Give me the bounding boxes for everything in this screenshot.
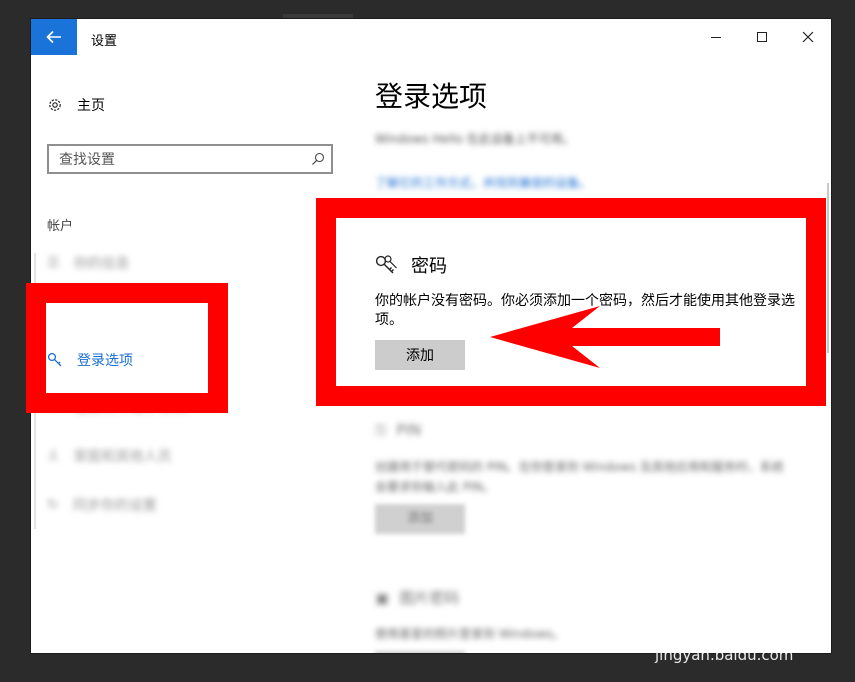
watermark-url: jingyan.baidu.com <box>654 646 793 664</box>
back-button[interactable] <box>31 19 77 55</box>
maximize-icon <box>757 32 767 42</box>
search-input[interactable]: 查找设置 <box>47 144 333 174</box>
minimize-button[interactable] <box>702 25 730 49</box>
annotation-arrow-icon <box>490 306 720 368</box>
person-icon: ☰ <box>47 255 60 271</box>
pin-heading: ⚿ PIN <box>375 421 421 439</box>
search-icon <box>312 152 325 165</box>
gear-icon <box>49 99 61 111</box>
search-placeholder: 查找设置 <box>59 152 115 168</box>
close-button[interactable] <box>794 25 822 49</box>
baidu-watermark-logo: Bai du 经验 jingyan.baidu.com <box>652 588 812 664</box>
pin-icon: ⚿ <box>375 421 387 439</box>
picture-password-description: 使用喜爱的照片登录到 Windows。 <box>375 627 565 641</box>
picture-password-heading: ▣ 图片密码 <box>375 587 459 608</box>
hello-unavailable-text: Windows Hello 在此设备上不可用。 <box>375 132 575 146</box>
people-icon: ♙ <box>47 448 60 464</box>
sidebar-item-family[interactable]: ♙ 家庭和其他人员 <box>47 446 172 466</box>
sidebar-item-label: 你的信息 <box>73 256 130 272</box>
pin-heading-label: PIN <box>396 421 422 439</box>
sidebar-item-sync[interactable]: ↻ 同步你的设置 <box>47 495 157 515</box>
close-icon <box>802 31 814 43</box>
maximize-button[interactable] <box>748 25 776 49</box>
pin-description: 创建用于替代密码的 PIN。在你登录到 Windows 及其他应用和服务时，系统… <box>375 460 784 494</box>
section-heading-accounts: 帐户 <box>47 219 74 234</box>
add-picture-password-button[interactable]: 添加 <box>375 651 465 653</box>
page-title: 登录选项 <box>375 80 488 113</box>
back-arrow-icon <box>46 30 61 44</box>
sidebar-item-label: 同步你的设置 <box>72 498 157 514</box>
picture-icon: ▣ <box>375 588 390 607</box>
add-pin-label: 添加 <box>406 511 433 526</box>
hello-learn-link[interactable]: 了解它的工作方式，并找到兼容的设备。 <box>375 174 591 191</box>
title-bar: 设置 <box>31 19 831 57</box>
picture-password-heading-label: 图片密码 <box>399 589 460 607</box>
sidebar-home-label: 主页 <box>77 98 105 114</box>
watermark-brand: Bai du 经验 <box>652 609 812 644</box>
sidebar-home[interactable]: 主页 <box>47 95 105 115</box>
sidebar-item-your-info[interactable]: ☰ 你的信息 <box>47 253 130 273</box>
scrollbar[interactable] <box>827 183 829 353</box>
minimize-icon <box>711 37 721 38</box>
sync-icon: ↻ <box>47 497 59 513</box>
add-picture-password-label: 添加 <box>375 651 465 653</box>
sidebar-item-label: 家庭和其他人员 <box>73 449 172 465</box>
annotation-box-sidebar <box>26 283 228 413</box>
window-title: 设置 <box>91 34 118 49</box>
annotation-box-password <box>316 198 826 406</box>
add-pin-button[interactable]: 添加 <box>375 504 465 534</box>
